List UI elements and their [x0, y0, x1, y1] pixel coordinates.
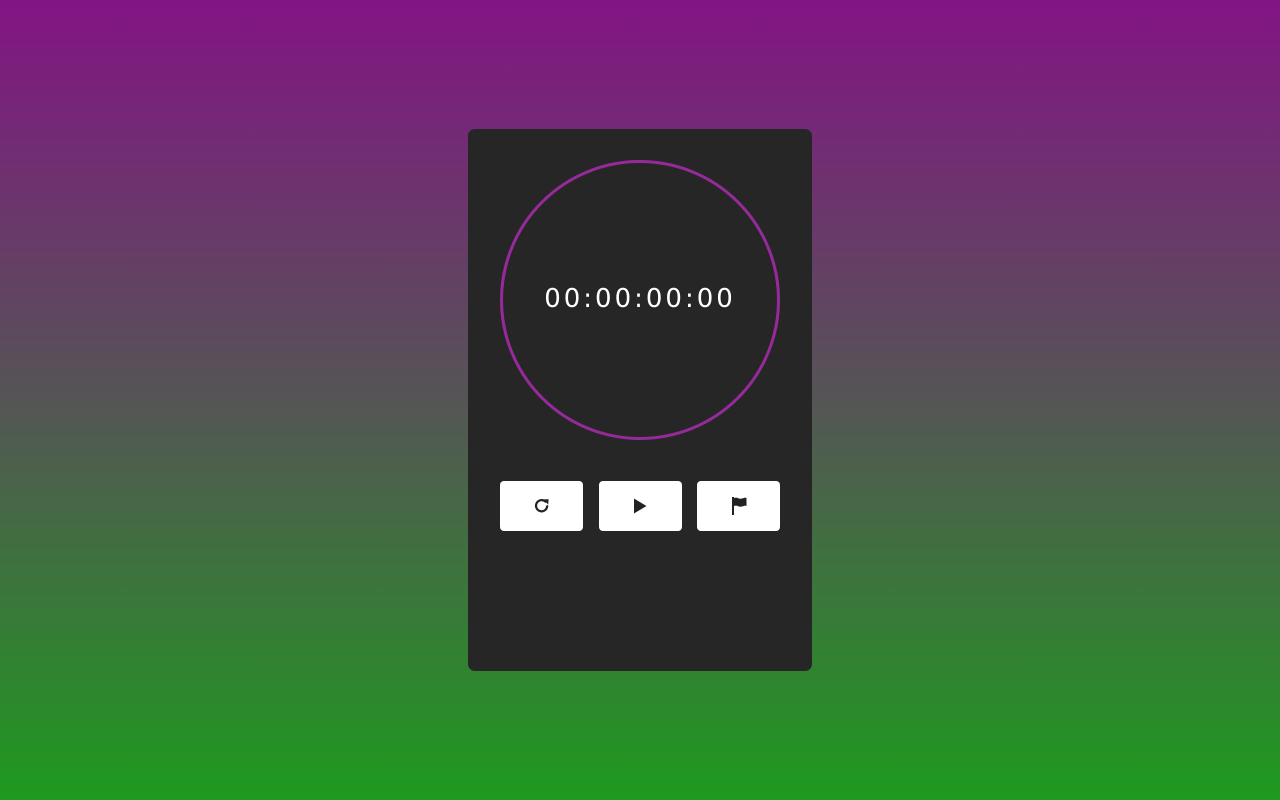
timer-ring: 00:00:00:00 — [500, 160, 780, 440]
flag-icon — [730, 496, 748, 516]
lap-button[interactable] — [697, 481, 780, 531]
time-display: 00:00:00:00 — [544, 284, 736, 314]
control-bar — [500, 481, 780, 531]
start-button[interactable] — [598, 481, 682, 531]
play-icon — [632, 497, 648, 515]
reset-button[interactable] — [500, 481, 583, 531]
stopwatch-card: 00:00:00:00 — [468, 129, 812, 671]
redo-icon — [533, 497, 551, 515]
